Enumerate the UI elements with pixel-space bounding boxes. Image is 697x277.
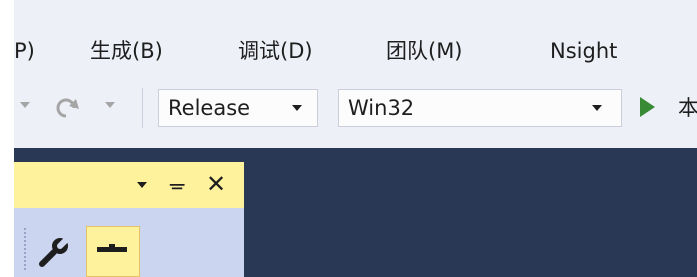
- menu-team[interactable]: 团队(M): [386, 28, 463, 74]
- close-icon[interactable]: ✕: [206, 169, 226, 199]
- toolbar-separator: [142, 88, 143, 128]
- undo-dropdown-icon[interactable]: [20, 102, 30, 108]
- redo-dropdown-icon[interactable]: [105, 102, 115, 108]
- window-position-dropdown-icon[interactable]: [137, 182, 147, 188]
- toggle-toolbar-button[interactable]: [86, 226, 140, 277]
- chevron-down-icon: [292, 105, 302, 111]
- configuration-value: Release: [168, 96, 251, 120]
- left-margin: [0, 0, 14, 277]
- menu-build[interactable]: 生成(B): [90, 28, 163, 74]
- tool-window-title-bar[interactable]: ᚚ ✕: [14, 162, 244, 208]
- platform-value: Win32: [348, 96, 415, 120]
- tool-window: ᚚ ✕: [14, 162, 244, 277]
- menu-debug[interactable]: 调试(D): [238, 28, 313, 74]
- menu-nsight[interactable]: Nsight: [550, 28, 617, 74]
- solution-configuration-combo[interactable]: Release: [158, 89, 318, 127]
- redo-icon[interactable]: [52, 88, 82, 126]
- toolbar-grip[interactable]: [24, 228, 26, 272]
- wrench-icon[interactable]: [38, 234, 72, 268]
- play-icon[interactable]: [640, 97, 655, 117]
- standard-toolbar: Release Win32 本: [14, 82, 697, 134]
- minus-bar-icon: [97, 244, 127, 252]
- chevron-down-icon: [592, 105, 602, 111]
- menu-project[interactable]: P): [14, 28, 35, 74]
- start-debugging-label[interactable]: 本: [678, 89, 697, 127]
- solution-platform-combo[interactable]: Win32: [338, 89, 622, 127]
- pin-icon[interactable]: ᚚ: [170, 170, 184, 198]
